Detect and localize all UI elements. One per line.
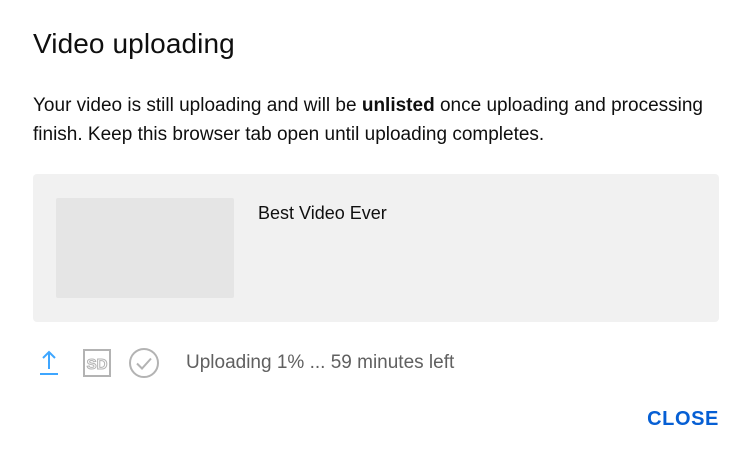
video-title: Best Video Ever xyxy=(258,203,387,223)
check-circle-icon xyxy=(128,346,160,380)
upload-arrow-icon xyxy=(33,346,65,380)
video-thumbnail xyxy=(56,198,234,298)
dialog-title: Video uploading xyxy=(33,28,235,59)
upload-dialog: Video uploading Your video is still uplo… xyxy=(0,0,750,453)
dialog-message: Your video is still uploading and will b… xyxy=(33,91,723,149)
upload-status-row: SD Uploading 1% ... 59 minutes left xyxy=(33,346,723,380)
message-text-start: Your video is still uploading and will b… xyxy=(33,95,362,116)
upload-progress-text: Uploading 1% ... 59 minutes left xyxy=(186,352,455,373)
sd-label: SD xyxy=(87,356,108,373)
close-button[interactable]: CLOSE xyxy=(647,405,719,433)
video-card: Best Video Ever xyxy=(33,174,719,322)
sd-quality-icon: SD xyxy=(81,346,113,380)
visibility-status: unlisted xyxy=(361,95,435,116)
